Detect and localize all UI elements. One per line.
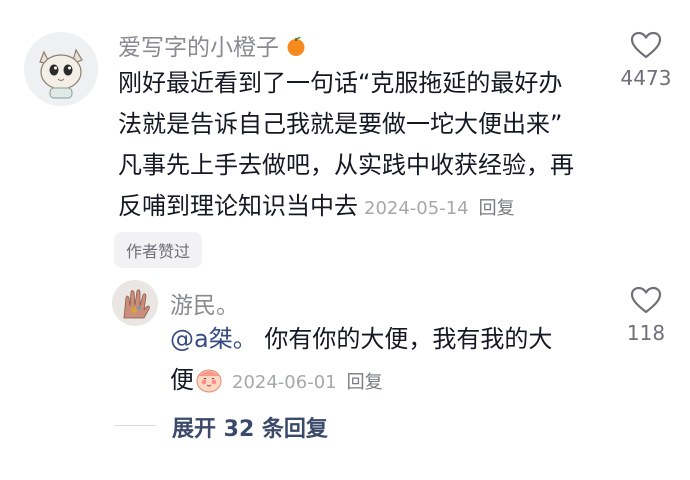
comment-line: 凡事先上手去做吧，从实践中收获经验，再 (118, 151, 574, 179)
comment-username[interactable]: 爱写字的小橙子 (118, 28, 307, 62)
comment-like[interactable]: 4473 (606, 30, 686, 90)
orange-emoji-icon (285, 35, 307, 57)
like-count: 4473 (620, 66, 672, 90)
blushing-face-emoji-icon (194, 364, 224, 394)
username-text[interactable]: 爱写字的小橙子 (118, 35, 279, 61)
reply-text: @a桀。 你有你的大便，我有我的大 便 2024-06-01 回复 (170, 319, 580, 403)
heart-icon[interactable] (629, 30, 663, 60)
reply-button[interactable]: 回复 (347, 372, 383, 393)
mention-link[interactable]: @a桀。 (170, 325, 257, 353)
comment-text: 刚好最近看到了一句话“克服拖延的最好办 法就是告诉自己我就是要做一坨大便出来” … (118, 63, 598, 229)
reply-button[interactable]: 回复 (479, 198, 515, 219)
reply-line-last: 便 2024-06-01 回复 (170, 364, 383, 394)
avatar[interactable] (24, 32, 98, 106)
comment-date: 2024-05-14 (364, 198, 469, 219)
reply-like[interactable]: 118 (606, 285, 686, 345)
divider (114, 425, 156, 426)
comment-line: 法就是告诉自己我就是要做一坨大便出来” (118, 110, 563, 138)
comment-line-last: 反哺到理论知识当中去 2024-05-14 回复 (118, 192, 515, 220)
heart-icon[interactable] (629, 285, 663, 315)
reply-date: 2024-06-01 (232, 372, 337, 393)
avatar[interactable] (112, 280, 158, 326)
cat-avatar-icon (24, 32, 98, 106)
hand-avatar-icon (112, 280, 158, 326)
like-count: 118 (626, 321, 666, 345)
reply-username[interactable]: 游民。 (170, 286, 239, 320)
author-liked-badge: 作者赞过 (114, 232, 203, 268)
comment-line: 刚好最近看到了一句话“克服拖延的最好办 (118, 69, 563, 97)
expand-replies-button[interactable]: 展开 32 条回复 (172, 411, 328, 443)
reply-line: @a桀。 你有你的大便，我有我的大 (170, 325, 553, 353)
